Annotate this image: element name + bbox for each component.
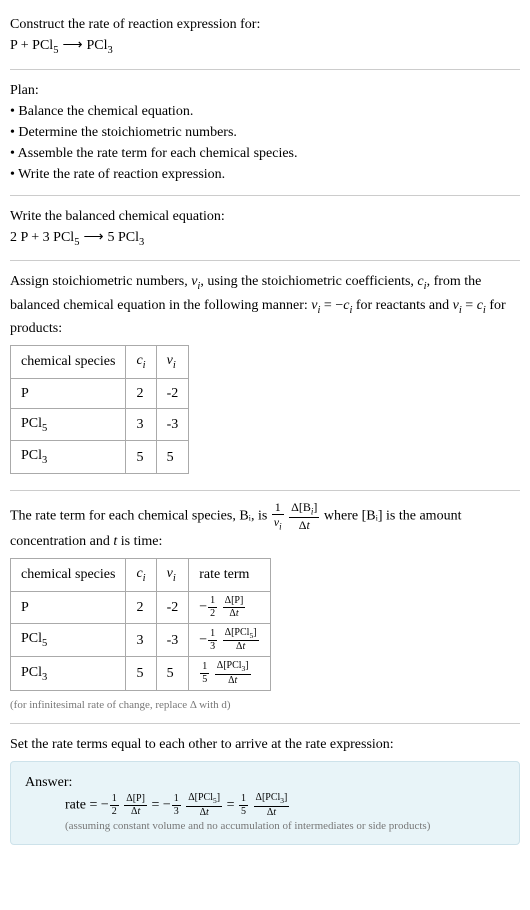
cell-species: P [11, 378, 126, 408]
col-header: rate term [189, 559, 270, 592]
intro-section: Construct the rate of reaction expressio… [10, 8, 520, 65]
plan-item: • Balance the chemical equation. [10, 101, 520, 122]
plan-item: • Write the rate of reaction expression. [10, 164, 520, 185]
rate-term-section: The rate term for each chemical species,… [10, 495, 520, 719]
cell-c: 3 [126, 623, 156, 657]
cell-nu: 5 [156, 657, 189, 691]
divider [10, 723, 520, 724]
cell-nu: -3 [156, 408, 189, 441]
answer-label: Answer: [25, 772, 505, 793]
cell-nu: -2 [156, 378, 189, 408]
balanced-section: Write the balanced chemical equation: 2 … [10, 200, 520, 257]
stoich-intro: Assign stoichiometric numbers, νi, using… [10, 271, 520, 339]
col-header: chemical species [11, 346, 126, 379]
divider [10, 490, 520, 491]
answer-box: Answer: rate = −12 Δ[P]Δt = −13 Δ[PCl5]Δ… [10, 761, 520, 845]
cell-rate: 15 Δ[PCl3]Δt [189, 657, 270, 691]
table-row: PCl3 5 5 15 Δ[PCl3]Δt [11, 657, 271, 691]
table-row: chemical species ci νi rate term [11, 559, 271, 592]
cell-rate: −13 Δ[PCl5]Δt [189, 623, 270, 657]
cell-c: 2 [126, 378, 156, 408]
frac-delta-b: Δ[Bi]Δt [289, 501, 319, 531]
text: is time: [117, 534, 162, 549]
table-row: PCl5 3 -3 [11, 408, 189, 441]
cell-species: PCl5 [11, 623, 126, 657]
intro-equation: P + PCl5⟶PCl3 [10, 35, 520, 59]
balanced-title: Write the balanced chemical equation: [10, 206, 520, 227]
col-header: chemical species [11, 559, 126, 592]
text: Assign stoichiometric numbers, [10, 274, 191, 289]
rate-term-note: (for infinitesimal rate of change, repla… [10, 697, 520, 714]
plan-item: • Assemble the rate term for each chemic… [10, 143, 520, 164]
final-title: Set the rate terms equal to each other t… [10, 734, 520, 755]
text: The rate term for each chemical species,… [10, 508, 271, 523]
rate-term-table: chemical species ci νi rate term P 2 -2 … [10, 558, 271, 691]
table-row: PCl3 5 5 [11, 441, 189, 474]
table-row: P 2 -2 [11, 378, 189, 408]
divider [10, 195, 520, 196]
stoich-section: Assign stoichiometric numbers, νi , using… [10, 265, 520, 486]
cell-rate: −12 Δ[P]Δt [189, 591, 270, 623]
stoich-table: chemical species ci νi P 2 -2 PCl5 3 -3 … [10, 345, 189, 474]
table-row: PCl5 3 -3 −13 Δ[PCl5]Δt [11, 623, 271, 657]
plan-list: • Balance the chemical equation. • Deter… [10, 101, 520, 185]
cell-species: PCl3 [11, 441, 126, 474]
cell-species: PCl3 [11, 657, 126, 691]
answer-note: (assuming constant volume and no accumul… [25, 818, 505, 835]
cell-nu: -3 [156, 623, 189, 657]
plan-title: Plan: [10, 80, 520, 101]
cell-c: 5 [126, 657, 156, 691]
cell-c: 2 [126, 591, 156, 623]
cell-species: P [11, 591, 126, 623]
cell-c: 3 [126, 408, 156, 441]
col-header: ci [126, 346, 156, 379]
table-row: P 2 -2 −12 Δ[P]Δt [11, 591, 271, 623]
rate-label: rate = [65, 798, 101, 813]
divider [10, 260, 520, 261]
final-section: Set the rate terms equal to each other t… [10, 728, 520, 851]
answer-expression: rate = −12 Δ[P]Δt = −13 Δ[PCl5]Δt = 15 Δ… [25, 793, 505, 818]
col-header: νi [156, 559, 189, 592]
col-header: ci [126, 559, 156, 592]
rate-term-intro: The rate term for each chemical species,… [10, 501, 520, 552]
col-header: νi [156, 346, 189, 379]
plan-item: • Determine the stoichiometric numbers. [10, 122, 520, 143]
table-row: chemical species ci νi [11, 346, 189, 379]
cell-nu: -2 [156, 591, 189, 623]
divider [10, 69, 520, 70]
intro-prompt: Construct the rate of reaction expressio… [10, 14, 520, 35]
frac-one-over-nu: 1νi [272, 501, 284, 531]
balanced-equation: 2 P + 3 PCl5⟶5 PCl3 [10, 227, 520, 251]
cell-c: 5 [126, 441, 156, 474]
text: , using the stoichiometric coefficients, [200, 274, 417, 289]
cell-species: PCl5 [11, 408, 126, 441]
cell-nu: 5 [156, 441, 189, 474]
plan-section: Plan: • Balance the chemical equation. •… [10, 74, 520, 191]
